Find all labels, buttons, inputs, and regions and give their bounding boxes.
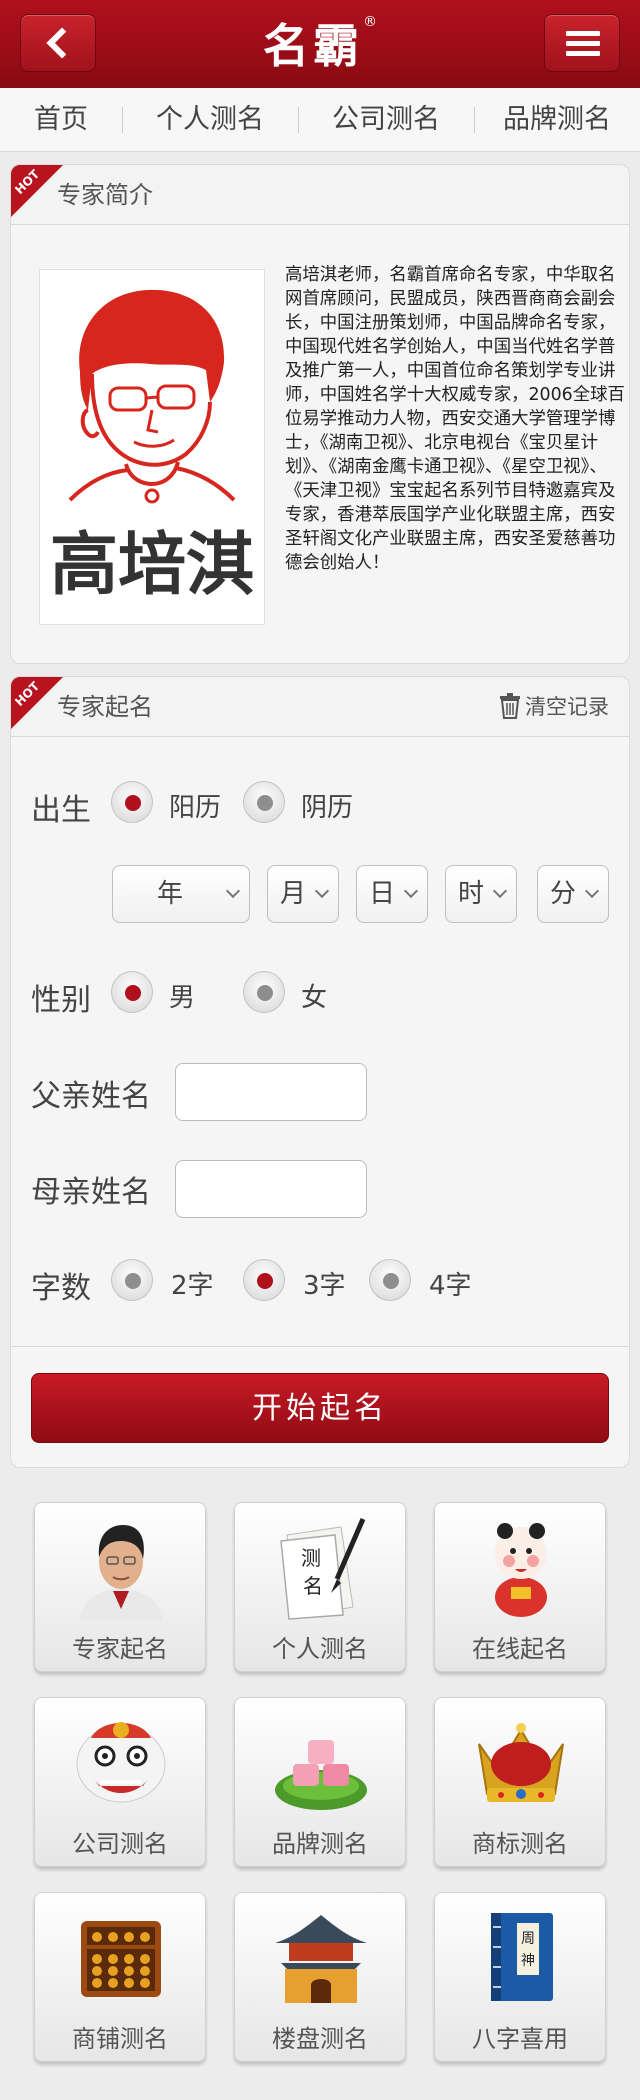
month-select[interactable]: 月 [267, 865, 339, 923]
mother-name-input[interactable] [175, 1160, 367, 1218]
male-radio[interactable] [111, 971, 153, 1013]
cake-plate-icon [275, 1740, 367, 1810]
year-select[interactable]: 年 [112, 865, 250, 923]
hour-select-value: 时 [458, 879, 485, 909]
chevron-down-icon [225, 883, 241, 899]
tile-label: 商标测名 [472, 1830, 568, 1858]
start-naming-button[interactable]: 开始起名 [31, 1373, 609, 1443]
svg-text:周: 周 [521, 1931, 535, 1947]
service-bazi-favorable[interactable]: 周 神 八字喜用 [434, 1892, 606, 2062]
crown-icon [478, 1723, 564, 1802]
service-online-naming[interactable]: 在线起名 [434, 1502, 606, 1672]
nav-brand-test[interactable]: 品牌测名 [474, 88, 640, 151]
svg-text:测: 测 [301, 1546, 321, 1570]
year-select-value: 年 [157, 879, 184, 909]
expert-bio-text: 高培淇老师，名霸首席命名专家，中华取名网首席顾问，民盟成员，陕西晋商商会副会长，… [285, 265, 625, 573]
gender-label: 性别 [31, 983, 91, 1018]
calligraphy-paper-icon: 测 名 [280, 1518, 366, 1620]
tile-label: 个人测名 [272, 1635, 368, 1663]
three-char-radio[interactable] [243, 1259, 285, 1301]
four-char-label: 4字 [429, 1271, 472, 1301]
nav-personal-test[interactable]: 个人测名 [122, 88, 298, 151]
day-select-value: 日 [369, 879, 396, 909]
father-name-label: 父亲姓名 [31, 1079, 151, 1114]
menu-button[interactable] [544, 14, 620, 72]
top-nav: 首页 个人测名 公司测名 品牌测名 [0, 88, 640, 152]
expert-naming-header: HOT 专家起名 清空记录 [11, 677, 629, 737]
chevron-down-icon [584, 883, 600, 899]
three-char-label: 3字 [303, 1271, 346, 1301]
two-char-radio[interactable] [111, 1259, 153, 1301]
day-select[interactable]: 日 [356, 865, 428, 923]
lunar-calendar-label: 阴历 [301, 793, 354, 823]
female-radio[interactable] [243, 971, 285, 1013]
svg-text:神: 神 [521, 1953, 535, 1969]
service-trademark-test[interactable]: 商标测名 [434, 1697, 606, 1867]
service-expert-naming[interactable]: 专家起名 [34, 1502, 206, 1672]
hamburger-menu-icon [566, 31, 600, 57]
expert-naming-panel: HOT 专家起名 清空记录 出生 阳历 阴历 年 月 日 时 分 性别 男 女 … [10, 676, 630, 1468]
expert-portrait-icon [79, 1525, 163, 1621]
svg-text:名: 名 [303, 1574, 323, 1598]
tile-label: 专家起名 [72, 1635, 168, 1663]
nav-home[interactable]: 首页 [0, 88, 122, 151]
baby-doll-icon [495, 1523, 547, 1617]
clear-records-button[interactable]: 清空记录 [499, 691, 609, 723]
month-select-value: 月 [280, 879, 307, 909]
tile-label: 品牌测名 [272, 1830, 368, 1858]
book-icon: 周 神 [491, 1913, 553, 2001]
trash-icon [500, 693, 520, 719]
abacus-icon [81, 1921, 161, 1997]
app-header: 名霸® [0, 0, 640, 88]
service-personal-test[interactable]: 测 名 个人测名 [234, 1502, 406, 1672]
female-label: 女 [301, 983, 328, 1013]
expert-portrait-image: 高培淇 [39, 269, 265, 625]
tile-label: 楼盘测名 [272, 2025, 368, 2053]
trademark-mark: ® [363, 14, 377, 30]
service-brand-test[interactable]: 品牌测名 [234, 1697, 406, 1867]
tile-label: 八字喜用 [472, 2025, 568, 2053]
chevron-down-icon [314, 883, 330, 899]
four-char-radio[interactable] [369, 1259, 411, 1301]
service-shop-test[interactable]: 商铺测名 [34, 1892, 206, 2062]
service-company-test[interactable]: 公司测名 [34, 1697, 206, 1867]
tile-label: 公司测名 [72, 1830, 168, 1858]
hour-select[interactable]: 时 [445, 865, 517, 923]
char-count-label: 字数 [31, 1271, 91, 1306]
tile-label: 商铺测名 [72, 2025, 168, 2053]
form-divider [11, 1346, 629, 1347]
expert-naming-title: 专家起名 [57, 693, 153, 721]
solar-calendar-radio[interactable] [111, 781, 153, 823]
chevron-down-icon [403, 883, 419, 899]
clear-records-label: 清空记录 [525, 695, 609, 719]
pagoda-icon [275, 1915, 367, 2003]
mother-name-label: 母亲姓名 [31, 1175, 151, 1210]
expert-intro-header: HOT 专家简介 [11, 165, 629, 225]
lunar-calendar-radio[interactable] [243, 781, 285, 823]
minute-select[interactable]: 分 [537, 865, 609, 923]
father-name-input[interactable] [175, 1063, 367, 1121]
expert-intro-panel: HOT 专家简介 高培淇 高培淇老师，名霸首席命名专家，中华取名网首席顾问，民盟… [10, 164, 630, 664]
logo-text: 名霸 [263, 19, 363, 73]
portrait-name-text: 高培淇 [50, 525, 254, 605]
minute-select-value: 分 [550, 879, 577, 909]
male-label: 男 [169, 983, 196, 1013]
nav-company-test[interactable]: 公司测名 [298, 88, 474, 151]
lion-dance-icon [76, 1722, 166, 1803]
tile-label: 在线起名 [472, 1635, 568, 1663]
birth-label: 出生 [31, 793, 91, 828]
solar-calendar-label: 阳历 [169, 793, 222, 823]
chevron-down-icon [492, 883, 508, 899]
expert-intro-title: 专家简介 [57, 181, 153, 209]
two-char-label: 2字 [171, 1271, 214, 1301]
service-property-test[interactable]: 楼盘测名 [234, 1892, 406, 2062]
